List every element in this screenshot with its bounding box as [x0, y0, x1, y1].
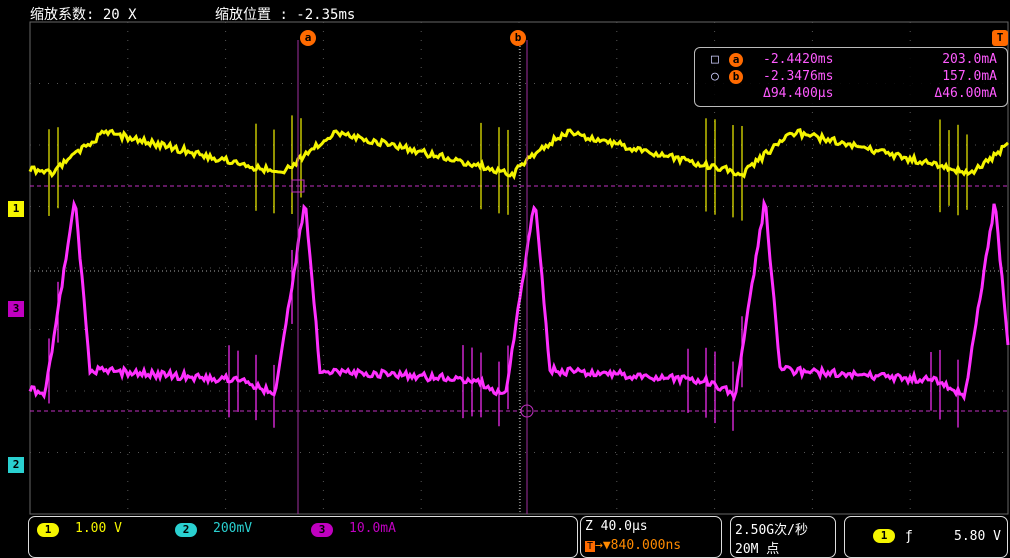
- acquisition-panel[interactable]: 2.50G次/秒 20M 点: [730, 516, 836, 558]
- channel-3-ground-marker[interactable]: 3: [8, 301, 24, 317]
- timebase-panel[interactable]: Z 40.0µs T →▼840.000ns: [580, 516, 722, 558]
- status-bar: 1 1.00 V 2 200mV 3 10.0mA Z 40.0µs T →▼84…: [0, 514, 1010, 558]
- cursor-a-badge: a: [729, 53, 743, 67]
- sample-rate: 2.50G次/秒: [735, 523, 808, 538]
- cursor-a-time: -2.4420ms: [763, 52, 834, 67]
- trigger-t-icon: T: [585, 541, 596, 552]
- channel-3-noise-spikes: [48, 249, 959, 431]
- channel-3-scale[interactable]: 10.0mA: [349, 521, 396, 536]
- cursor-readout-panel: □ a -2.4420ms 203.0mA ○ b -2.3476ms 157.…: [694, 47, 1008, 107]
- channel-3-chip[interactable]: 3: [311, 523, 333, 537]
- cursor-b-marker[interactable]: b: [510, 30, 526, 46]
- trigger-position-value: ▼840.000ns: [602, 538, 682, 553]
- trigger-position-marker: T: [992, 30, 1008, 46]
- cursor-b-badge: b: [729, 70, 743, 84]
- cursor-delta-value: Δ46.00mA: [934, 86, 997, 101]
- channel-1-chip[interactable]: 1: [37, 523, 59, 537]
- channel-1-scale[interactable]: 1.00 V: [75, 521, 122, 536]
- cursor-a-readout: □ a -2.4420ms 203.0mA: [695, 52, 1007, 70]
- cursor-b-readout: ○ b -2.3476ms 157.0mA: [695, 69, 1007, 87]
- channel-scales-panel[interactable]: 1 1.00 V 2 200mV 3 10.0mA: [28, 516, 578, 558]
- trigger-panel[interactable]: 1 ƒ 5.80 V: [844, 516, 1008, 558]
- channel-3-waveform: [28, 197, 1010, 402]
- trigger-level: 5.80 V: [954, 529, 1001, 544]
- channel-1-waveform: [28, 127, 1010, 181]
- cursor-delta-time: Δ94.400µs: [763, 86, 834, 101]
- trigger-source-chip: 1: [873, 529, 895, 543]
- record-length: 20M 点: [735, 542, 780, 557]
- cursor-b-value: 157.0mA: [942, 69, 997, 84]
- channel-2-chip[interactable]: 2: [175, 523, 197, 537]
- cursor-b-time: -2.3476ms: [763, 69, 834, 84]
- zoom-info-bar: 缩放系数: 20 X 缩放位置 : -2.35ms: [30, 4, 365, 24]
- channel-2-ground-marker[interactable]: 2: [8, 457, 24, 473]
- zoom-timebase: Z 40.0µs: [585, 519, 648, 534]
- cursor-a-value: 203.0mA: [942, 52, 997, 67]
- cursor-delta-readout: Δ94.400µs Δ46.00mA: [695, 86, 1007, 104]
- channel-1-ground-marker[interactable]: 1: [8, 201, 24, 217]
- zoom-position: 缩放位置 : -2.35ms: [215, 7, 356, 23]
- circle-icon: ○: [711, 69, 719, 84]
- trigger-position: T →▼840.000ns: [585, 538, 682, 553]
- cursor-lines: [291, 40, 534, 514]
- square-icon: □: [711, 52, 719, 67]
- channel-2-scale[interactable]: 200mV: [213, 521, 252, 536]
- zoom-factor: 缩放系数: 20 X: [30, 7, 137, 23]
- cursor-a-marker[interactable]: a: [300, 30, 316, 46]
- channel-1-noise-spikes: [48, 115, 968, 221]
- rising-edge-icon: ƒ: [905, 529, 913, 544]
